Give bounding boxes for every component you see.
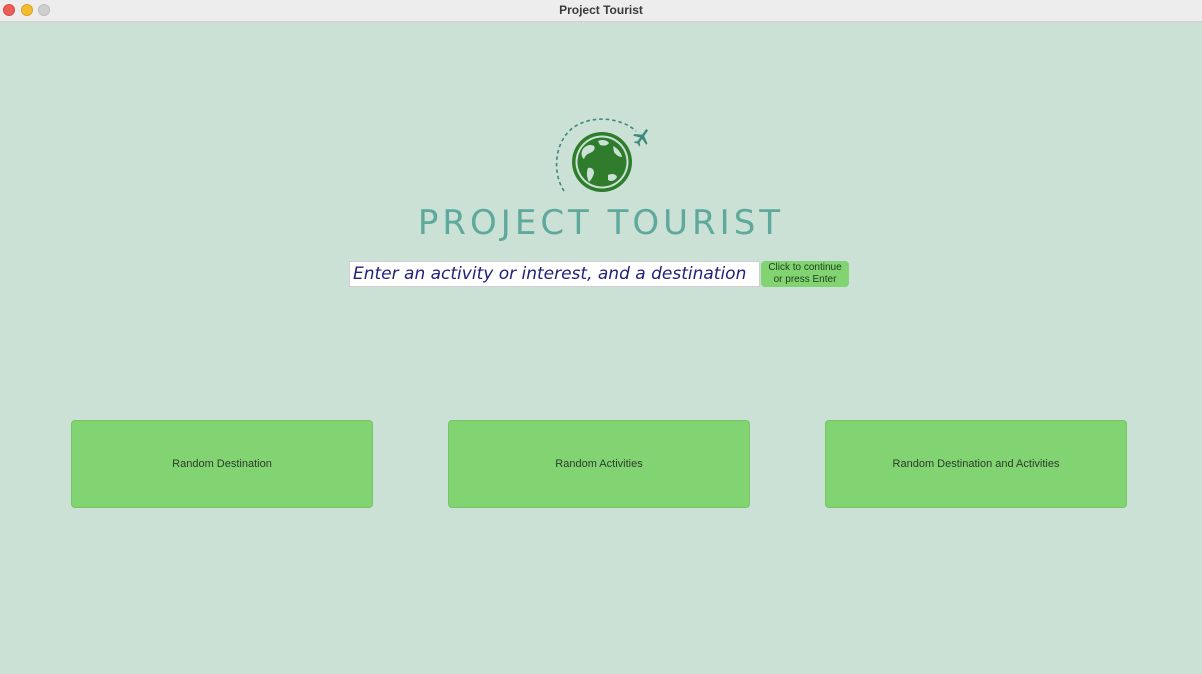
random-destination-label: Random Destination <box>172 458 272 470</box>
activity-destination-input[interactable]: Enter an activity or interest, and a des… <box>349 261 760 287</box>
app-window: Project Tourist PROJECT TOURIST Enter an… <box>0 0 1202 674</box>
title-bar: Project Tourist <box>0 0 1202 22</box>
logo-wordmark: PROJECT TOURIST <box>417 203 785 243</box>
globe-with-airplane-icon <box>555 118 649 192</box>
random-destination-button[interactable]: Random Destination <box>71 420 373 508</box>
continue-button-label-line2: or press Enter <box>773 274 837 285</box>
window-title: Project Tourist <box>559 3 643 17</box>
continue-button-label-line1: Click to continue <box>768 262 842 273</box>
random-activities-label: Random Activities <box>555 458 643 470</box>
random-activities-button[interactable]: Random Activities <box>448 420 750 508</box>
random-destination-and-activities-label: Random Destination and Activities <box>892 458 1060 470</box>
random-destination-and-activities-button[interactable]: Random Destination and Activities <box>825 420 1127 508</box>
continue-button[interactable]: Click to continue or press Enter <box>761 261 849 287</box>
